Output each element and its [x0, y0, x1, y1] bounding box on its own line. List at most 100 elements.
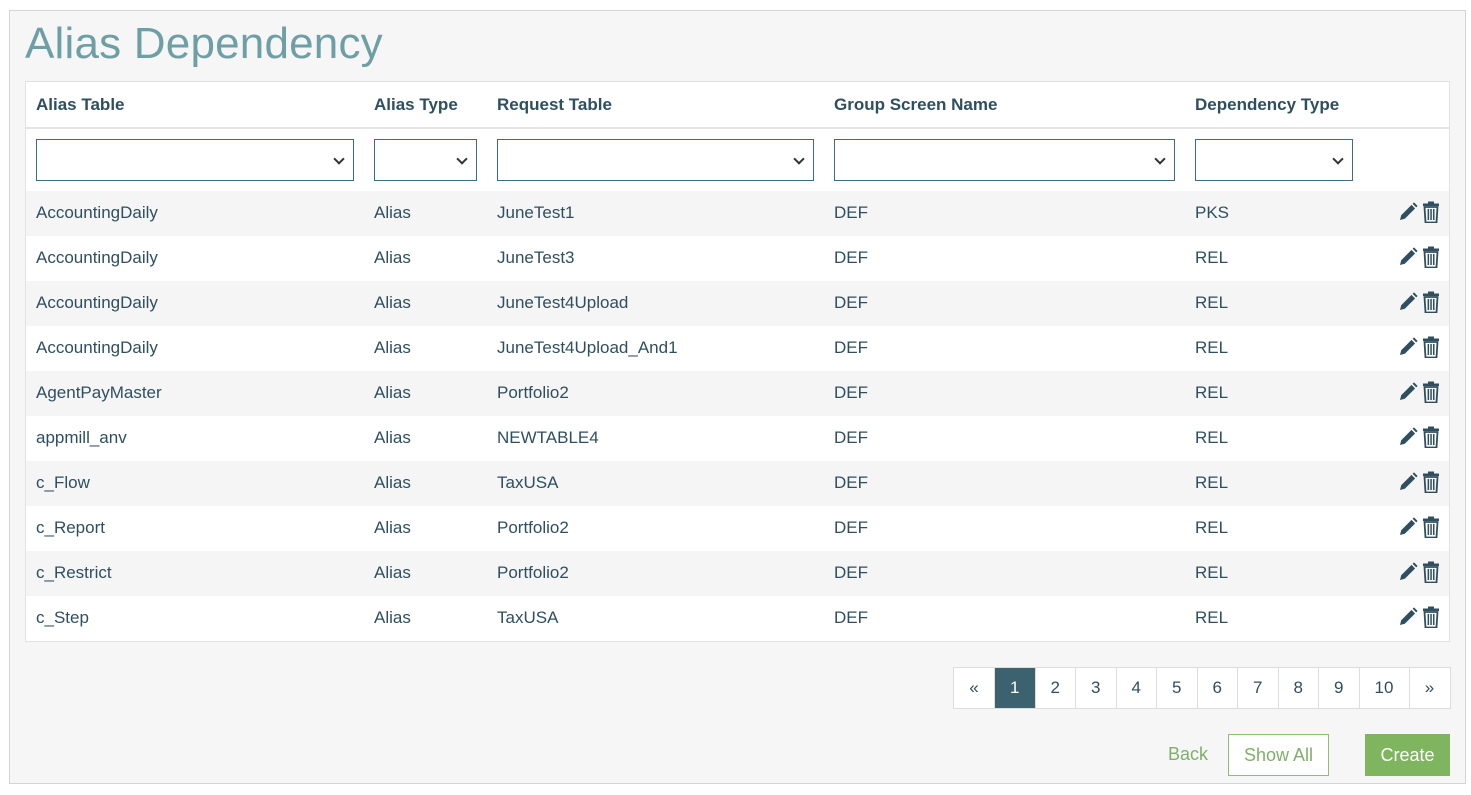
column-header-request-table[interactable]: Request Table	[497, 95, 612, 115]
request-table-filter-select[interactable]	[497, 139, 814, 181]
trash-icon[interactable]	[1422, 336, 1440, 359]
pagination-next-button[interactable]: »	[1410, 668, 1450, 708]
alias-type-cell: Alias	[374, 293, 411, 312]
table-header-row: Alias Table Alias Type Request Table Gro…	[26, 82, 1449, 129]
chevron-down-icon	[333, 153, 345, 165]
group-screen-name-cell: DEF	[834, 338, 868, 357]
pencil-icon[interactable]	[1398, 472, 1418, 492]
dependency-type-cell: REL	[1195, 293, 1229, 312]
alias-type-cell: Alias	[374, 383, 411, 402]
dependency-type-cell: REL	[1195, 563, 1229, 582]
alias-type-cell: Alias	[374, 338, 411, 357]
create-button[interactable]: Create	[1365, 734, 1450, 776]
table-row[interactable]: AccountingDaily Alias JuneTest4Upload DEF RE…	[26, 281, 1449, 326]
trash-icon[interactable]	[1422, 381, 1440, 404]
back-button[interactable]: Back	[1168, 744, 1208, 765]
column-header-alias-type[interactable]: Alias Type	[374, 95, 458, 115]
pagination-page-6[interactable]: 6	[1198, 668, 1238, 708]
trash-icon[interactable]	[1422, 561, 1440, 584]
column-header-alias-table[interactable]: Alias Table	[36, 95, 125, 115]
alias-table-cell: c_Flow	[36, 473, 90, 492]
table-row[interactable]: c_Flow Alias TaxUSA DEF REL	[26, 461, 1449, 506]
trash-icon[interactable]	[1422, 516, 1440, 539]
alias-type-cell: Alias	[374, 203, 411, 222]
group-screen-name-cell: DEF	[834, 203, 868, 222]
group-screen-name-cell: DEF	[834, 563, 868, 582]
dependency-type-cell: REL	[1195, 383, 1229, 402]
trash-icon[interactable]	[1422, 291, 1440, 314]
pagination-page-8[interactable]: 8	[1279, 668, 1319, 708]
column-header-group-screen-name[interactable]: Group Screen Name	[834, 95, 997, 115]
pencil-icon[interactable]	[1398, 247, 1418, 267]
pagination-page-7[interactable]: 7	[1238, 668, 1279, 708]
alias-dependency-panel: Alias Dependency Alias Table Alias Type …	[9, 10, 1466, 784]
pencil-icon[interactable]	[1398, 517, 1418, 537]
request-table-cell: NEWTABLE4	[497, 428, 599, 447]
page-title: Alias Dependency	[25, 19, 383, 68]
request-table-cell: JuneTest1	[497, 203, 575, 222]
pagination-page-4[interactable]: 4	[1117, 668, 1157, 708]
dependency-type-filter-select[interactable]	[1195, 139, 1353, 181]
pencil-icon[interactable]	[1398, 607, 1418, 627]
alias-table-cell: AccountingDaily	[36, 293, 158, 312]
table-row[interactable]: c_Report Alias Portfolio2 DEF REL	[26, 506, 1449, 551]
trash-icon[interactable]	[1422, 426, 1440, 449]
request-table-cell: Portfolio2	[497, 518, 569, 537]
trash-icon[interactable]	[1422, 606, 1440, 629]
trash-icon[interactable]	[1422, 201, 1440, 224]
pencil-icon[interactable]	[1398, 292, 1418, 312]
show-all-button[interactable]: Show All	[1228, 734, 1329, 776]
table-row[interactable]: AccountingDaily Alias JuneTest4Upload_And1…	[26, 326, 1449, 371]
alias-table-cell: c_Report	[36, 518, 105, 537]
request-table-cell: TaxUSA	[497, 473, 559, 492]
pencil-icon[interactable]	[1398, 202, 1418, 222]
pagination-page-10[interactable]: 10	[1360, 668, 1410, 708]
table-row[interactable]: c_Restrict Alias Portfolio2 DEF REL	[26, 551, 1449, 596]
alias-table-cell: AgentPayMaster	[36, 383, 162, 402]
pencil-icon[interactable]	[1398, 337, 1418, 357]
pagination: «1 2 3 4 5 6 7 8 9 10»	[953, 667, 1451, 709]
alias-type-cell: Alias	[374, 518, 411, 537]
alias-type-cell: Alias	[374, 608, 411, 627]
chevron-down-icon	[1332, 153, 1344, 165]
alias-table-cell: c_Restrict	[36, 563, 112, 582]
column-header-dependency-type[interactable]: Dependency Type	[1195, 95, 1339, 115]
request-table-cell: Portfolio2	[497, 563, 569, 582]
group-screen-name-cell: DEF	[834, 518, 868, 537]
alias-table-cell: c_Step	[36, 608, 89, 627]
dependency-type-cell: REL	[1195, 248, 1229, 267]
alias-dependency-table: Alias Table Alias Type Request Table Gro…	[25, 81, 1450, 642]
pagination-prev-button[interactable]: «	[954, 668, 995, 708]
group-screen-name-filter-select[interactable]	[834, 139, 1175, 181]
alias-type-cell: Alias	[374, 563, 411, 582]
trash-icon[interactable]	[1422, 471, 1440, 494]
pagination-page-9[interactable]: 9	[1319, 668, 1360, 708]
pagination-page-2[interactable]: 2	[1036, 668, 1076, 708]
request-table-cell: JuneTest4Upload	[497, 293, 629, 312]
pencil-icon[interactable]	[1398, 427, 1418, 447]
chevron-down-icon	[456, 153, 468, 165]
table-row[interactable]: AgentPayMaster Alias Portfolio2 DEF REL	[26, 371, 1449, 416]
table-row[interactable]: appmill_anv Alias NEWTABLE4 DEF REL	[26, 416, 1449, 461]
alias-table-cell: appmill_anv	[36, 428, 127, 447]
alias-table-cell: AccountingDaily	[36, 338, 158, 357]
pagination-page-3[interactable]: 3	[1076, 668, 1117, 708]
request-table-cell: TaxUSA	[497, 608, 559, 627]
dependency-type-cell: REL	[1195, 428, 1229, 447]
request-table-cell: JuneTest4Upload_And1	[497, 338, 678, 357]
alias-table-cell: AccountingDaily	[36, 248, 158, 267]
chevron-down-icon	[1154, 153, 1166, 165]
pagination-page-5[interactable]: 5	[1157, 668, 1198, 708]
alias-table-filter-select[interactable]	[36, 139, 354, 181]
table-row[interactable]: AccountingDaily Alias JuneTest1 DEF PKS	[26, 191, 1449, 236]
group-screen-name-cell: DEF	[834, 608, 868, 627]
pagination-page-1[interactable]: 1	[995, 668, 1036, 708]
table-row[interactable]: c_Step Alias TaxUSA DEF REL	[26, 596, 1449, 641]
pencil-icon[interactable]	[1398, 562, 1418, 582]
pencil-icon[interactable]	[1398, 382, 1418, 402]
chevron-down-icon	[793, 153, 805, 165]
dependency-type-cell: REL	[1195, 338, 1229, 357]
alias-type-filter-select[interactable]	[374, 139, 477, 181]
trash-icon[interactable]	[1422, 246, 1440, 269]
table-row[interactable]: AccountingDaily Alias JuneTest3 DEF REL	[26, 236, 1449, 281]
